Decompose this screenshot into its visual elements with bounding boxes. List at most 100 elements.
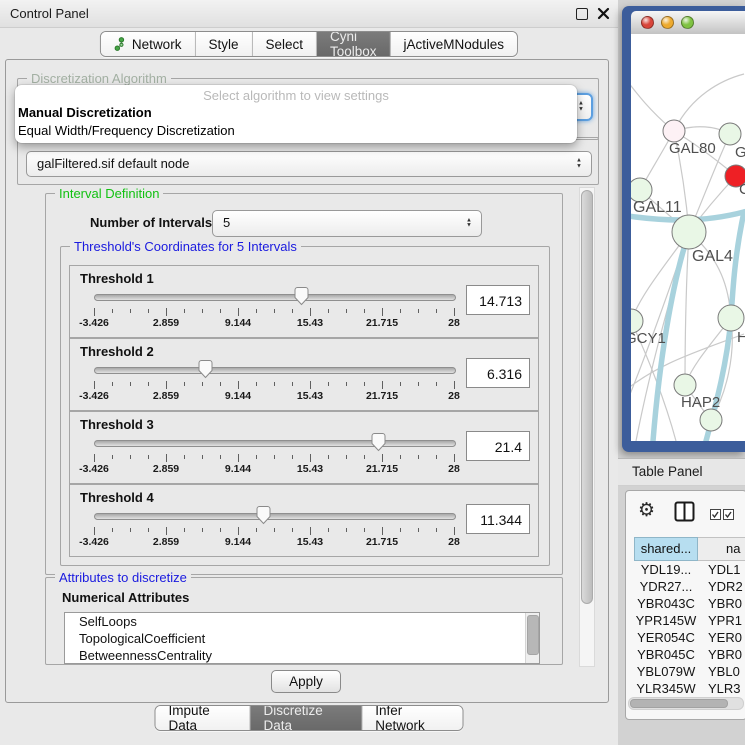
network-node-label: GAL11 xyxy=(633,199,682,216)
network-node-label: GAL80 xyxy=(669,140,716,157)
network-window-titlebar[interactable] xyxy=(631,11,745,35)
slider-thumb[interactable] xyxy=(293,287,310,306)
table-row[interactable]: YER054CYER0 xyxy=(634,629,745,646)
network-node[interactable] xyxy=(663,120,685,142)
table-row[interactable]: YPR145WYPR1 xyxy=(634,612,745,629)
list-item-selfloops[interactable]: SelfLoops xyxy=(65,613,539,630)
numerical-attributes-list[interactable]: SelfLoopsTopologicalCoefficientBetweenne… xyxy=(64,612,540,664)
tick-mark xyxy=(274,382,275,386)
table-data-combobox[interactable]: galFiltered.sif default node ▲▼ xyxy=(26,151,592,177)
tick-mark xyxy=(418,309,419,313)
table-row[interactable]: YDL19...YDL1 xyxy=(634,561,745,578)
table-row[interactable]: YBR045CYBR0 xyxy=(634,646,745,663)
threshold-value-field[interactable]: 21.4 xyxy=(466,431,530,461)
network-node-label: HAP2 xyxy=(681,394,720,411)
tick-mark xyxy=(94,308,95,316)
network-edge-thick[interactable] xyxy=(731,212,744,318)
scrollbar-thumb[interactable] xyxy=(527,615,539,655)
table-cell: YBR0 xyxy=(698,595,745,612)
tick-mark xyxy=(382,308,383,316)
network-node[interactable] xyxy=(674,374,696,396)
tick-mark xyxy=(166,381,167,389)
slider-track[interactable] xyxy=(94,294,456,301)
slider-track[interactable] xyxy=(94,440,456,447)
float-window-icon[interactable] xyxy=(576,8,588,20)
dropdown-options: Manual DiscretizationEqual Width/Frequen… xyxy=(15,104,577,140)
dropdown-option-manual-discretization[interactable]: Manual Discretization xyxy=(15,104,577,122)
tick-mark xyxy=(292,455,293,459)
threshold-value-field[interactable]: 11.344 xyxy=(466,504,530,534)
slider-track[interactable] xyxy=(94,367,456,374)
tick-mark xyxy=(220,382,221,386)
checkboxes-icon[interactable] xyxy=(710,507,734,525)
control-panel: Control Panel NetworkStyleSelectCyni Too… xyxy=(0,0,618,745)
slider-thumb[interactable] xyxy=(255,506,272,525)
network-node[interactable] xyxy=(672,215,706,249)
tab-select[interactable]: Select xyxy=(251,32,316,56)
scrollbar-thumb[interactable] xyxy=(630,699,728,708)
network-edge[interactable] xyxy=(685,232,689,385)
slider-thumb[interactable] xyxy=(197,360,214,379)
table-row[interactable]: YBL079WYBL0 xyxy=(634,663,745,680)
apply-button[interactable]: Apply xyxy=(271,670,341,693)
table-row[interactable]: YLR345WYLR3 xyxy=(634,680,745,697)
minimize-traffic-light-icon[interactable] xyxy=(661,16,674,29)
network-node-label: GCY1 xyxy=(631,330,666,347)
tick-mark xyxy=(130,309,131,313)
tick-mark xyxy=(346,309,347,313)
columns-icon[interactable] xyxy=(674,501,695,527)
bottom-tab-discretize-data[interactable]: Discretize Data xyxy=(250,706,362,730)
close-icon[interactable] xyxy=(597,7,610,20)
table-cell: YDR2 xyxy=(698,578,745,595)
tick-label: 9.144 xyxy=(208,536,268,548)
gear-icon[interactable]: ⚙ xyxy=(638,501,655,521)
close-traffic-light-icon[interactable] xyxy=(641,16,654,29)
tick-mark xyxy=(166,527,167,535)
tick-mark xyxy=(364,455,365,459)
table-row[interactable]: YDR27...YDR2 xyxy=(634,578,745,595)
tick-mark xyxy=(400,382,401,386)
zoom-traffic-light-icon[interactable] xyxy=(681,16,694,29)
threshold-value-field[interactable]: 14.713 xyxy=(466,285,530,315)
tick-label: 9.144 xyxy=(208,317,268,329)
panel-scrollbar[interactable] xyxy=(579,187,595,667)
tick-label: -3.426 xyxy=(64,463,124,475)
tab-cyni-toolbox[interactable]: Cyni Toolbox xyxy=(316,32,390,56)
table-hscrollbar[interactable] xyxy=(628,697,744,710)
tick-label: 28 xyxy=(424,390,484,402)
node-table[interactable]: shared...naYDL19...YDL1YDR27...YDR2YBR04… xyxy=(634,537,745,714)
numerical-attributes-label: Numerical Attributes xyxy=(62,590,189,605)
list-item-betweennesscentrality[interactable]: BetweennessCentrality xyxy=(65,647,539,664)
number-of-intervals-combobox[interactable]: 5 ▲▼ xyxy=(212,210,482,237)
table-row[interactable]: YBR043CYBR0 xyxy=(634,595,745,612)
threshold-value-field[interactable]: 6.316 xyxy=(466,358,530,388)
tick-label: 15.43 xyxy=(280,463,340,475)
network-node[interactable] xyxy=(700,409,722,431)
tab-jactivemnodules[interactable]: jActiveMNodules xyxy=(390,32,518,56)
tick-mark xyxy=(292,528,293,532)
network-node[interactable] xyxy=(719,123,741,145)
table-cell: YDR27... xyxy=(634,578,698,595)
tab-network[interactable]: Network xyxy=(101,32,195,56)
network-node[interactable] xyxy=(718,305,744,331)
slider-thumb[interactable] xyxy=(370,433,387,452)
slider-ticks xyxy=(94,380,455,389)
top-tab-bar: Network Style SelectCyni ToolboxjActiveMNo… xyxy=(100,31,518,57)
tab-style[interactable]: Style xyxy=(194,32,251,56)
network-canvas[interactable]: GAL80GACGAL11GAL4GCY1HHAP2 xyxy=(631,34,745,441)
bottom-tab-infer-network[interactable]: Infer Network xyxy=(361,706,462,730)
bottom-tab-impute-data[interactable]: Impute Data xyxy=(156,706,250,730)
column-header-na[interactable]: na xyxy=(698,537,745,561)
tick-mark xyxy=(274,309,275,313)
tick-label: 21.715 xyxy=(352,463,412,475)
column-header-shared[interactable]: shared... xyxy=(634,537,698,561)
network-window[interactable]: GAL80GACGAL11GAL4GCY1HHAP2 xyxy=(622,6,745,452)
stepper-icon: ▲▼ xyxy=(576,159,582,170)
dropdown-option-equal-width-frequency-discretization[interactable]: Equal Width/Frequency Discretization xyxy=(15,122,577,140)
slider-track[interactable] xyxy=(94,513,456,520)
list-item-topologicalcoefficient[interactable]: TopologicalCoefficient xyxy=(65,630,539,647)
scrollbar-thumb[interactable] xyxy=(581,190,593,604)
tab-label: Style xyxy=(208,37,238,52)
network-edge[interactable] xyxy=(674,74,744,131)
list-scrollbar[interactable] xyxy=(525,613,539,663)
